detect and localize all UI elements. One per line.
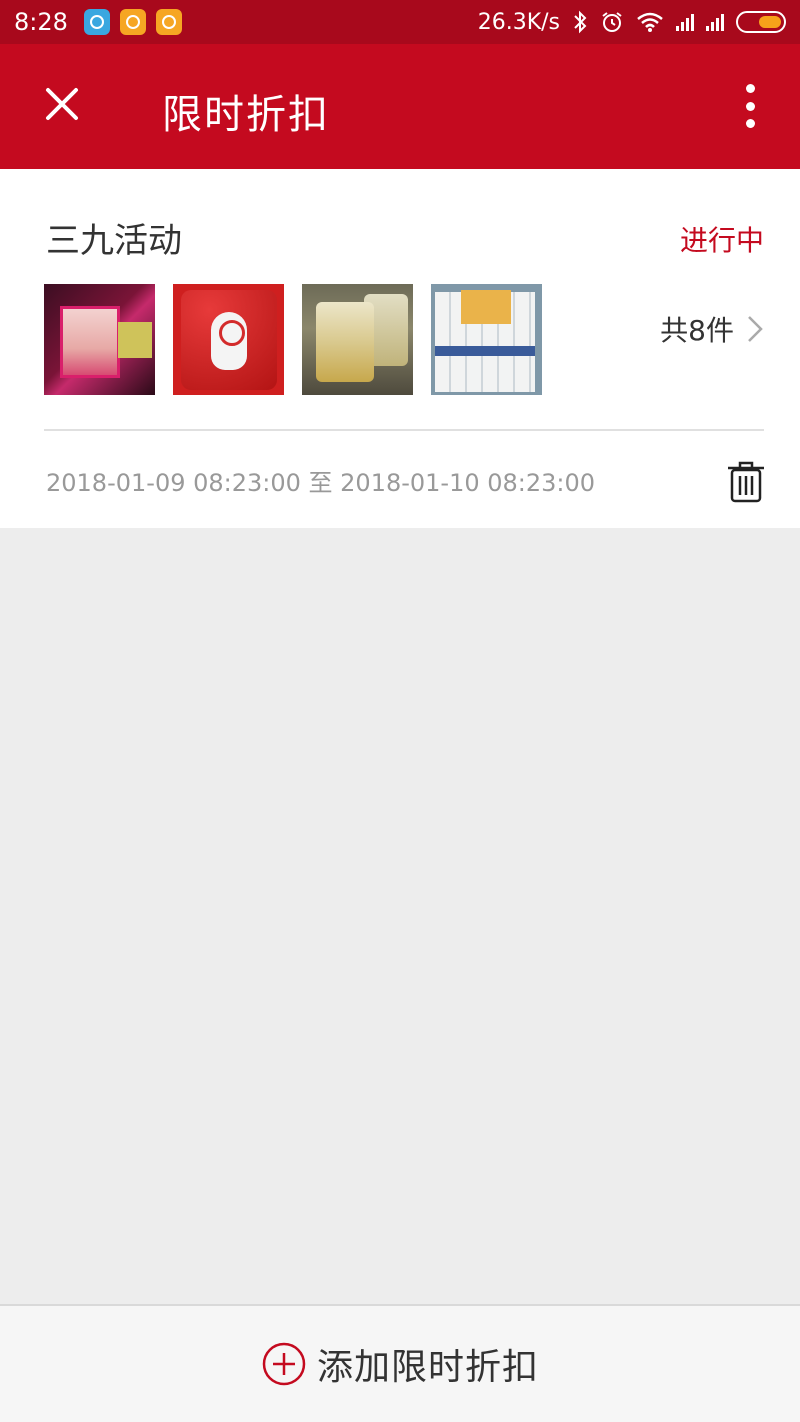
- chevron-right-icon: [748, 316, 763, 342]
- page-title: 限时折扣: [162, 92, 330, 138]
- product-thumbnail[interactable]: [431, 284, 542, 395]
- add-circle-icon: [262, 1342, 306, 1386]
- product-thumbnail[interactable]: [44, 284, 155, 395]
- close-icon[interactable]: [38, 80, 86, 128]
- app-notification-icon: [155, 9, 182, 35]
- trash-icon[interactable]: [726, 459, 766, 503]
- product-thumbnail[interactable]: [173, 284, 284, 395]
- signal-icon: [676, 13, 694, 31]
- more-vertical-icon[interactable]: [730, 84, 770, 128]
- bluetooth-icon: [574, 10, 587, 34]
- status-time: 8:28: [14, 8, 68, 36]
- product-thumbnails: [44, 284, 542, 395]
- network-speed: 26.3K/s: [477, 9, 560, 35]
- wifi-icon: [637, 12, 663, 32]
- app-notification-icon: [119, 9, 146, 35]
- item-count: 共8件: [660, 314, 734, 347]
- app-header: 限时折扣: [0, 44, 800, 169]
- signal-icon: [706, 13, 724, 31]
- product-thumbnail[interactable]: [302, 284, 413, 395]
- app-notification-icon: [83, 9, 110, 35]
- battery-icon: [736, 11, 786, 33]
- activity-card[interactable]: 三九活动 进行中 共8件 2018-01-09 08:23:00 至 2018-…: [0, 169, 800, 528]
- add-discount-button[interactable]: 添加限时折扣: [0, 1304, 800, 1422]
- status-bar: 8:28 26.3K/s: [0, 0, 800, 44]
- item-count-link[interactable]: 共8件: [660, 309, 764, 349]
- status-badge: 进行中: [679, 224, 764, 257]
- divider: [44, 429, 764, 431]
- activity-date-range: 2018-01-09 08:23:00 至 2018-01-10 08:23:0…: [46, 469, 596, 497]
- add-discount-label: 添加限时折扣: [316, 1347, 539, 1388]
- alarm-icon: [602, 12, 622, 32]
- activity-name: 三九活动: [46, 221, 182, 261]
